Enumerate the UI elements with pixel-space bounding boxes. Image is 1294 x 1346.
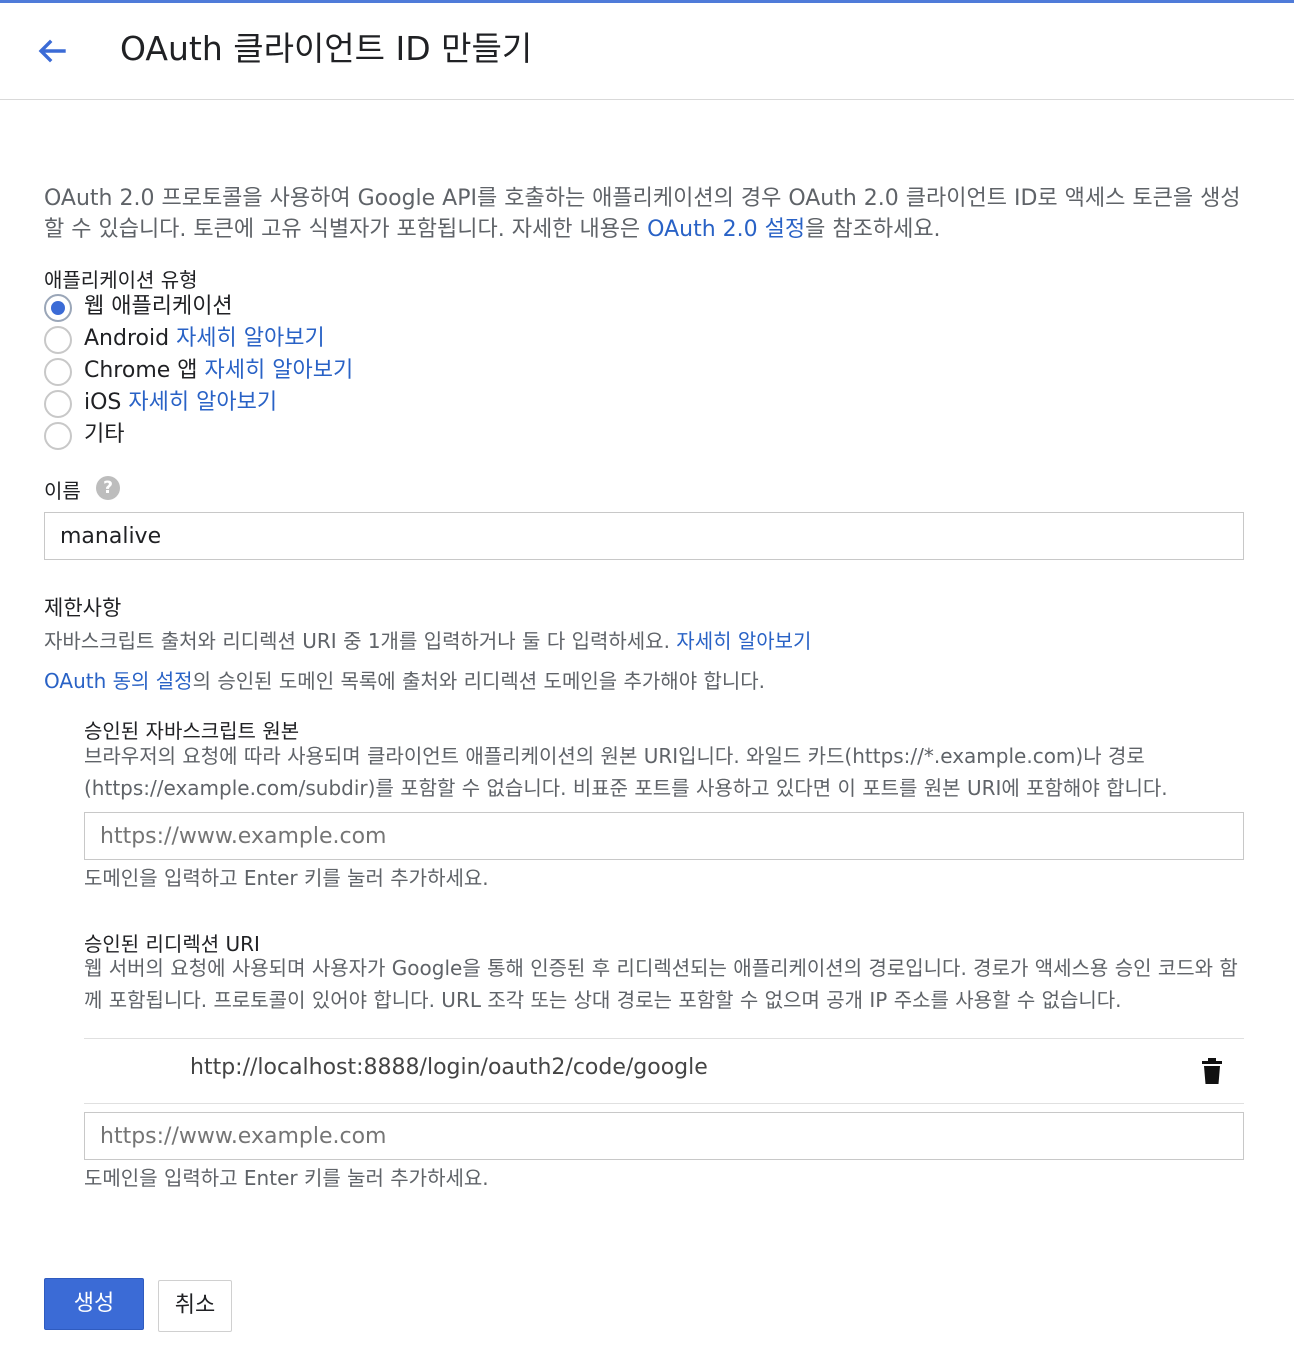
- js-origins-desc: 브라우저의 요청에 따라 사용되며 클라이언트 애플리케이션의 원본 URI입니…: [84, 744, 1168, 800]
- page-header: OAuth 클라이언트 ID 만들기: [0, 3, 1294, 100]
- redirect-uri-hint: 도메인을 입력하고 Enter 키를 눌러 추가하세요.: [84, 1166, 489, 1190]
- radio-label-chrome: Chrome 앱 자세히 알아보기: [84, 356, 353, 386]
- redirect-uri-input[interactable]: [84, 1112, 1244, 1160]
- trash-icon[interactable]: [1200, 1057, 1224, 1085]
- page-title: OAuth 클라이언트 ID 만들기: [120, 29, 533, 68]
- radio-chrome-app[interactable]: [44, 358, 72, 386]
- learn-more-link-android[interactable]: 자세히 알아보기: [176, 326, 325, 351]
- option-label: Chrome 앱: [84, 358, 198, 383]
- learn-more-link-chrome[interactable]: 자세히 알아보기: [205, 358, 354, 383]
- intro-paragraph: OAuth 2.0 프로토콜을 사용하여 Google API를 호출하는 애플…: [44, 183, 1254, 245]
- radio-label-other: 기타: [84, 420, 124, 450]
- option-label: Android: [84, 326, 170, 351]
- option-label: iOS: [84, 390, 122, 415]
- radio-label-android: Android 자세히 알아보기: [84, 324, 325, 354]
- restrictions-desc: 자바스크립트 출처와 리디렉션 URI 중 1개를 입력하거나 둘 다 입력하세…: [44, 625, 811, 654]
- radio-other[interactable]: [44, 422, 72, 450]
- redirect-uris-desc: 웹 서버의 요청에 사용되며 사용자가 Google을 통해 인증된 후 리디렉…: [84, 956, 1238, 1012]
- radio-android[interactable]: [44, 326, 72, 354]
- consent-note: OAuth 동의 설정의 승인된 도메인 목록에 출처와 리디렉션 도메인을 추…: [44, 665, 765, 694]
- option-label: 웹 애플리케이션: [84, 294, 233, 319]
- oauth-consent-link[interactable]: OAuth 동의 설정: [44, 669, 193, 693]
- oauth-settings-link[interactable]: OAuth 2.0 설정: [647, 217, 805, 242]
- js-origin-input[interactable]: [84, 812, 1244, 860]
- intro-text-end: 을 참조하세요.: [805, 217, 941, 242]
- learn-more-link-ios[interactable]: 자세히 알아보기: [128, 390, 277, 415]
- name-input[interactable]: [44, 512, 1244, 560]
- cancel-button[interactable]: 취소: [158, 1280, 232, 1332]
- redirect-uri-value: http://localhost:8888/login/oauth2/code/…: [190, 1055, 708, 1080]
- app-type-label: 애플리케이션 유형: [44, 268, 198, 292]
- radio-ios[interactable]: [44, 390, 72, 418]
- radio-label-web: 웹 애플리케이션: [84, 292, 233, 322]
- restrictions-desc-text: 자바스크립트 출처와 리디렉션 URI 중 1개를 입력하거나 둘 다 입력하세…: [44, 629, 670, 653]
- name-label: 이름: [44, 479, 81, 503]
- help-icon[interactable]: ?: [96, 476, 120, 500]
- radio-web-application[interactable]: [44, 294, 72, 322]
- back-arrow-icon[interactable]: [32, 31, 72, 71]
- option-label: 기타: [84, 422, 125, 447]
- learn-more-link-restrictions[interactable]: 자세히 알아보기: [676, 629, 811, 653]
- consent-note-text: 의 승인된 도메인 목록에 출처와 리디렉션 도메인을 추가해야 합니다.: [192, 669, 766, 693]
- intro-text: OAuth 2.0 프로토콜을 사용하여 Google API를 호출하는 애플…: [44, 186, 1241, 242]
- radio-label-ios: iOS 자세히 알아보기: [84, 388, 277, 418]
- redirect-uri-row: http://localhost:8888/login/oauth2/code/…: [84, 1038, 1244, 1104]
- js-origin-hint: 도메인을 입력하고 Enter 키를 눌러 추가하세요.: [84, 866, 489, 890]
- restrictions-title: 제한사항: [44, 596, 122, 620]
- create-button[interactable]: 생성: [44, 1278, 144, 1330]
